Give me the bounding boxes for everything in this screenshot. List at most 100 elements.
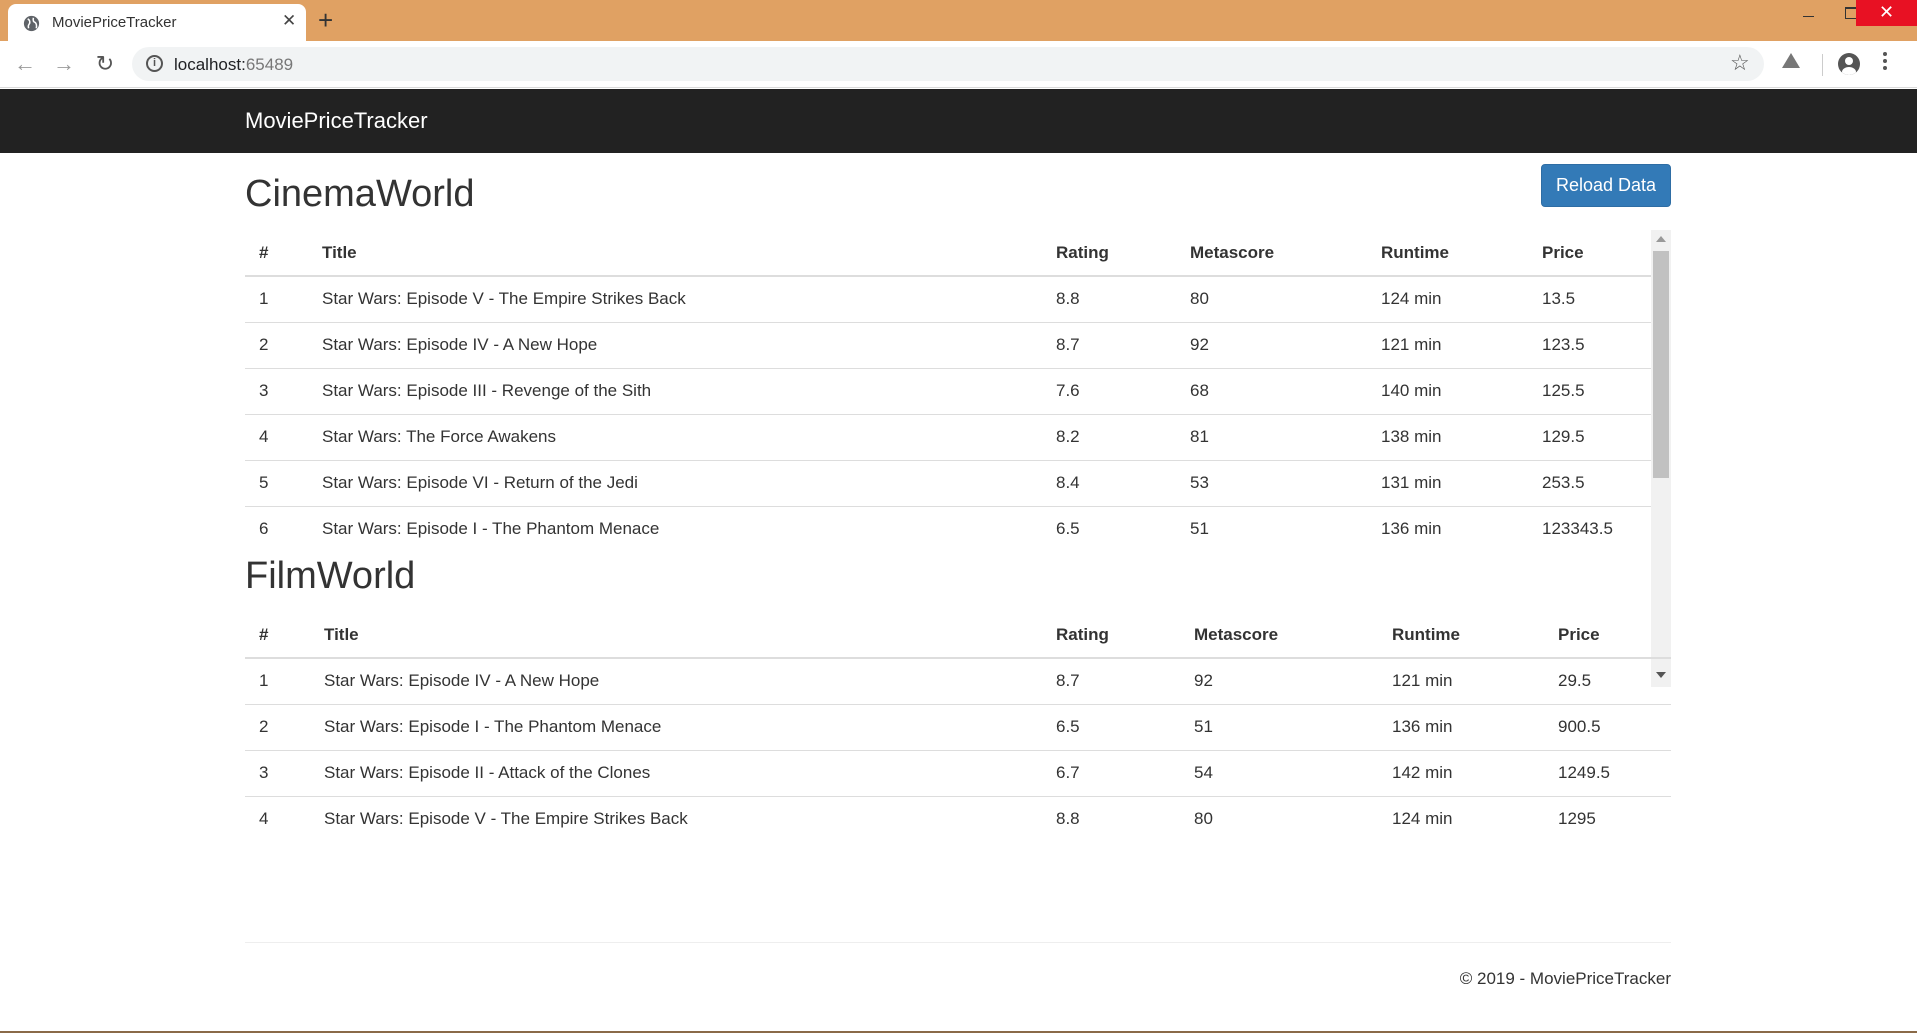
reload-data-button[interactable]: Reload Data <box>1541 164 1671 207</box>
table-row: 1 Star Wars: Episode V - The Empire Stri… <box>245 276 1651 323</box>
cell-price: 123343.5 <box>1542 519 1613 539</box>
col-header-runtime: Runtime <box>1378 612 1544 659</box>
cell-price: 129.5 <box>1528 414 1651 461</box>
cell-price: 123.5 <box>1528 322 1651 369</box>
cell-rating: 7.6 <box>1042 368 1176 415</box>
table-header-row: # Title Rating Metascore Runtime Price <box>245 612 1671 659</box>
browser-titlebar: MoviePriceTracker ✕ + ✕ <box>0 0 1917 41</box>
cell-metascore: 54 <box>1180 750 1378 797</box>
cell-number: 2 <box>245 322 308 369</box>
cell-metascore: 92 <box>1176 322 1367 369</box>
cinemaworld-table: # Title Rating Metascore Runtime Price 1… <box>245 230 1651 552</box>
filmworld-table: # Title Rating Metascore Runtime Price 1… <box>245 612 1671 842</box>
cell-metascore: 80 <box>1194 809 1213 829</box>
cell-title: Star Wars: Episode V - The Empire Strike… <box>308 276 1042 323</box>
cell-title: Star Wars: Episode IV - A New Hope <box>308 322 1042 369</box>
cell-metascore: 53 <box>1176 460 1367 507</box>
cell-price: 1295 <box>1558 809 1596 829</box>
cell-price: 1249.5 <box>1544 750 1671 797</box>
table-header-row: # Title Rating Metascore Runtime Price <box>245 230 1651 277</box>
cell-number: 4 <box>245 414 308 461</box>
footer-divider <box>245 942 1671 943</box>
col-header-metascore: Metascore <box>1176 230 1367 277</box>
cell-runtime: 136 min <box>1381 519 1442 539</box>
drive-extension-icon[interactable] <box>1782 53 1800 68</box>
more-menu-icon[interactable] <box>1883 52 1887 74</box>
cell-runtime: 136 min <box>1378 704 1544 751</box>
cell-runtime: 124 min <box>1392 809 1453 829</box>
cell-metascore: 80 <box>1176 276 1367 323</box>
tab-close-icon[interactable]: ✕ <box>282 11 296 31</box>
cell-rating: 8.4 <box>1042 460 1176 507</box>
toolbar-divider <box>1822 54 1823 76</box>
cell-title: Star Wars: Episode V - The Empire Strike… <box>324 809 688 829</box>
scrollbar-thumb[interactable] <box>1653 251 1669 478</box>
cell-number: 3 <box>245 368 308 415</box>
app-navbar: MoviePriceTracker <box>0 89 1917 153</box>
bookmark-star-icon[interactable]: ☆ <box>1730 50 1750 76</box>
cell-metascore: 68 <box>1176 368 1367 415</box>
col-header-number: # <box>245 230 308 277</box>
col-header-title: Title <box>310 612 1042 659</box>
col-header-metascore: Metascore <box>1180 612 1378 659</box>
reload-icon[interactable]: ↻ <box>92 51 118 77</box>
cell-runtime: 138 min <box>1367 414 1528 461</box>
forward-icon[interactable]: → <box>51 51 77 77</box>
window-close-button[interactable]: ✕ <box>1856 0 1917 26</box>
cell-title: Star Wars: Episode IV - A New Hope <box>310 658 1042 705</box>
cell-runtime: 131 min <box>1367 460 1528 507</box>
cell-title: Star Wars: Episode I - The Phantom Menac… <box>310 704 1042 751</box>
cell-number: 1 <box>245 276 308 323</box>
table-row: 2 Star Wars: Episode I - The Phantom Men… <box>245 704 1671 751</box>
tab-title: MoviePriceTracker <box>52 14 177 31</box>
url-host: localhost: <box>174 55 246 74</box>
table-row: 5 Star Wars: Episode VI - Return of the … <box>245 460 1651 507</box>
cell-number: 3 <box>245 750 310 797</box>
filmworld-title: FilmWorld <box>245 555 416 597</box>
table-row: 6 Star Wars: Episode I - The Phantom Men… <box>245 506 1651 552</box>
cell-rating: 8.7 <box>1042 322 1176 369</box>
col-header-number: # <box>245 612 310 659</box>
cell-title: Star Wars: Episode VI - Return of the Je… <box>308 460 1042 507</box>
cell-rating: 6.5 <box>1056 519 1080 539</box>
cell-rating: 6.5 <box>1042 704 1180 751</box>
back-icon[interactable]: ← <box>12 51 38 77</box>
cell-runtime: 140 min <box>1367 368 1528 415</box>
cell-runtime: 124 min <box>1367 276 1528 323</box>
cell-number: 5 <box>245 460 308 507</box>
table-row: 4 Star Wars: The Force Awakens 8.2 81 13… <box>245 414 1651 461</box>
browser-tab[interactable]: MoviePriceTracker ✕ <box>8 4 306 41</box>
cell-price: 900.5 <box>1544 704 1671 751</box>
cell-metascore: 81 <box>1176 414 1367 461</box>
cell-rating: 8.2 <box>1042 414 1176 461</box>
window-minimize-button[interactable] <box>1788 0 1832 28</box>
col-header-price: Price <box>1544 612 1671 659</box>
cell-title: Star Wars: Episode II - Attack of the Cl… <box>310 750 1042 797</box>
address-bar[interactable]: i localhost:65489 ☆ <box>132 47 1764 81</box>
browser-toolbar: ← → ↻ i localhost:65489 ☆ <box>0 41 1917 88</box>
cell-price: 29.5 <box>1544 658 1671 705</box>
col-header-title: Title <box>308 230 1042 277</box>
scroll-up-arrow-icon[interactable] <box>1656 236 1666 242</box>
brand-link[interactable]: MoviePriceTracker <box>245 108 428 134</box>
account-icon[interactable] <box>1838 53 1860 75</box>
cell-price: 253.5 <box>1528 460 1651 507</box>
new-tab-button[interactable]: + <box>318 6 333 34</box>
cell-number: 4 <box>259 809 269 829</box>
url-port: 65489 <box>245 55 294 74</box>
url-text[interactable]: localhost:65489 <box>174 55 293 75</box>
globe-icon <box>23 15 40 32</box>
cell-metascore: 92 <box>1180 658 1378 705</box>
cell-title: Star Wars: Episode I - The Phantom Menac… <box>322 519 660 539</box>
col-header-rating: Rating <box>1042 612 1180 659</box>
cell-runtime: 121 min <box>1367 322 1528 369</box>
filmworld-table-area: # Title Rating Metascore Runtime Price 1… <box>245 612 1671 842</box>
cell-metascore: 51 <box>1180 704 1378 751</box>
cell-number: 1 <box>245 658 310 705</box>
col-header-price: Price <box>1528 230 1651 277</box>
site-info-icon[interactable]: i <box>146 55 163 72</box>
cell-title: Star Wars: Episode III - Revenge of the … <box>308 368 1042 415</box>
cell-rating: 8.8 <box>1042 276 1176 323</box>
footer-copyright: © 2019 - MoviePriceTracker <box>1459 969 1671 988</box>
cell-rating: 8.7 <box>1042 658 1180 705</box>
